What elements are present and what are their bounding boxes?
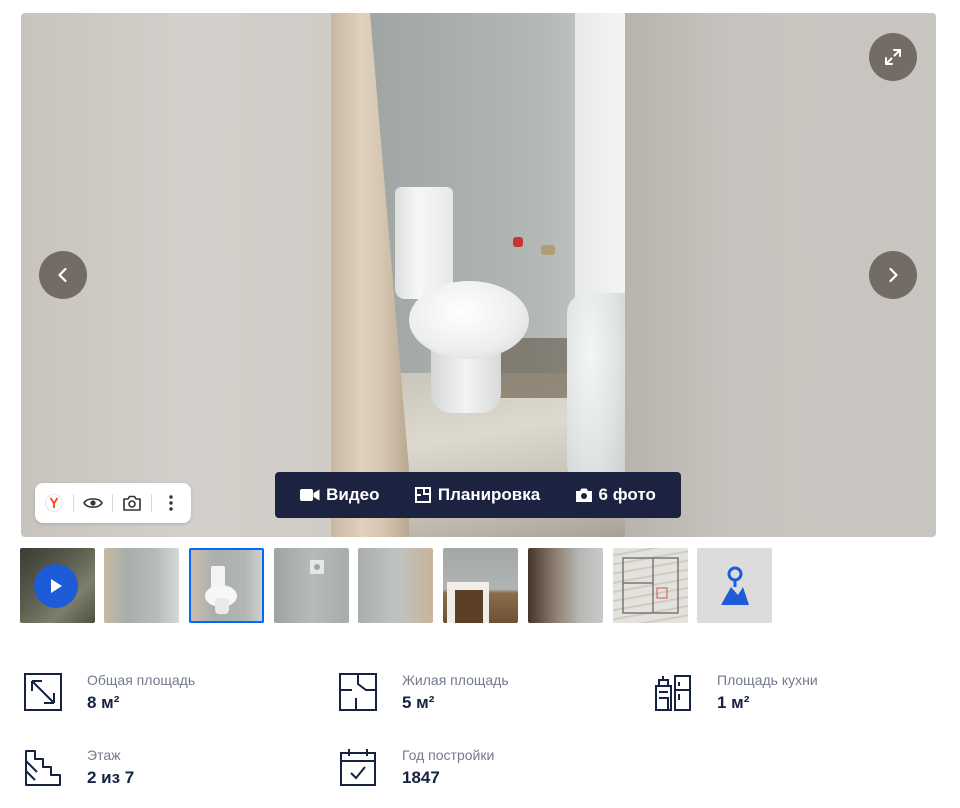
feature-value: 2 из 7 [87, 768, 135, 787]
thumbnail-photo[interactable] [358, 548, 433, 623]
more-options-button[interactable] [152, 483, 190, 523]
video-button[interactable]: Видео [300, 485, 380, 505]
fullscreen-button[interactable] [869, 33, 917, 81]
thumbnail-floor-plan[interactable] [613, 548, 688, 623]
feature-living-area: Жилая площадь 5 м² [338, 672, 509, 714]
play-icon [34, 564, 78, 608]
yandex-button[interactable] [35, 483, 73, 523]
chevron-left-icon [58, 267, 67, 283]
thumbnail-photo[interactable] [443, 548, 518, 623]
map-pin-icon [720, 566, 749, 605]
feature-value: 8 м² [87, 693, 120, 712]
floor-plan-button[interactable]: Планировка [414, 485, 540, 505]
photos-button[interactable]: 6 фото [575, 485, 656, 505]
floor-plan-small-icon [414, 487, 431, 503]
thumbnail-photo[interactable] [104, 548, 179, 623]
feature-value: 1847 [402, 768, 440, 787]
calendar-icon [340, 749, 376, 786]
feature-value: 5 м² [402, 693, 435, 712]
more-vertical-icon [169, 495, 173, 511]
previous-photo-button[interactable] [39, 251, 87, 299]
thumbnail-video[interactable] [20, 548, 95, 623]
feature-label: Этаж [87, 747, 121, 763]
view-button[interactable] [74, 483, 112, 523]
thumbnail-photo-active[interactable] [189, 548, 264, 623]
diagonal-arrow-area-icon [24, 673, 62, 711]
photos-count-label: 6 фото [598, 485, 656, 504]
thumbnail-map[interactable] [697, 548, 772, 623]
media-tabs-bar: Видео Планировка 6 фото [275, 472, 681, 518]
stairs-icon [25, 750, 61, 786]
feature-floor: Этаж 2 из 7 [23, 747, 134, 789]
video-label: Видео [326, 485, 380, 504]
feature-value: 1 м² [717, 693, 750, 712]
floor-plan-icon [339, 673, 377, 711]
expand-icon [885, 49, 901, 65]
video-camera-icon [300, 489, 320, 501]
feature-total-area: Общая площадь 8 м² [23, 672, 195, 714]
feature-label: Площадь кухни [717, 672, 818, 688]
feature-kitchen-area: Площадь кухни 1 м² [653, 672, 818, 714]
main-photo[interactable] [331, 13, 625, 537]
feature-label: Общая площадь [87, 672, 196, 688]
next-photo-button[interactable] [869, 251, 917, 299]
camera-icon [575, 488, 592, 502]
yandex-logo-icon [45, 494, 63, 512]
camera-search-icon [123, 495, 141, 511]
thumbnail-photo[interactable] [528, 548, 603, 623]
eye-icon [83, 498, 103, 508]
floor-plan-label: Планировка [437, 485, 541, 504]
feature-label: Год постройки [402, 747, 495, 763]
image-search-button[interactable] [113, 483, 151, 523]
feature-build-year: Год постройки 1847 [338, 747, 494, 789]
photo-gallery[interactable]: Видео Планировка 6 фото [21, 13, 936, 537]
thumbnail-photo[interactable] [274, 548, 349, 623]
kitchen-icon [655, 675, 691, 711]
chevron-right-icon [889, 267, 898, 283]
photo-toolbar [35, 483, 191, 523]
feature-label: Жилая площадь [402, 672, 509, 688]
